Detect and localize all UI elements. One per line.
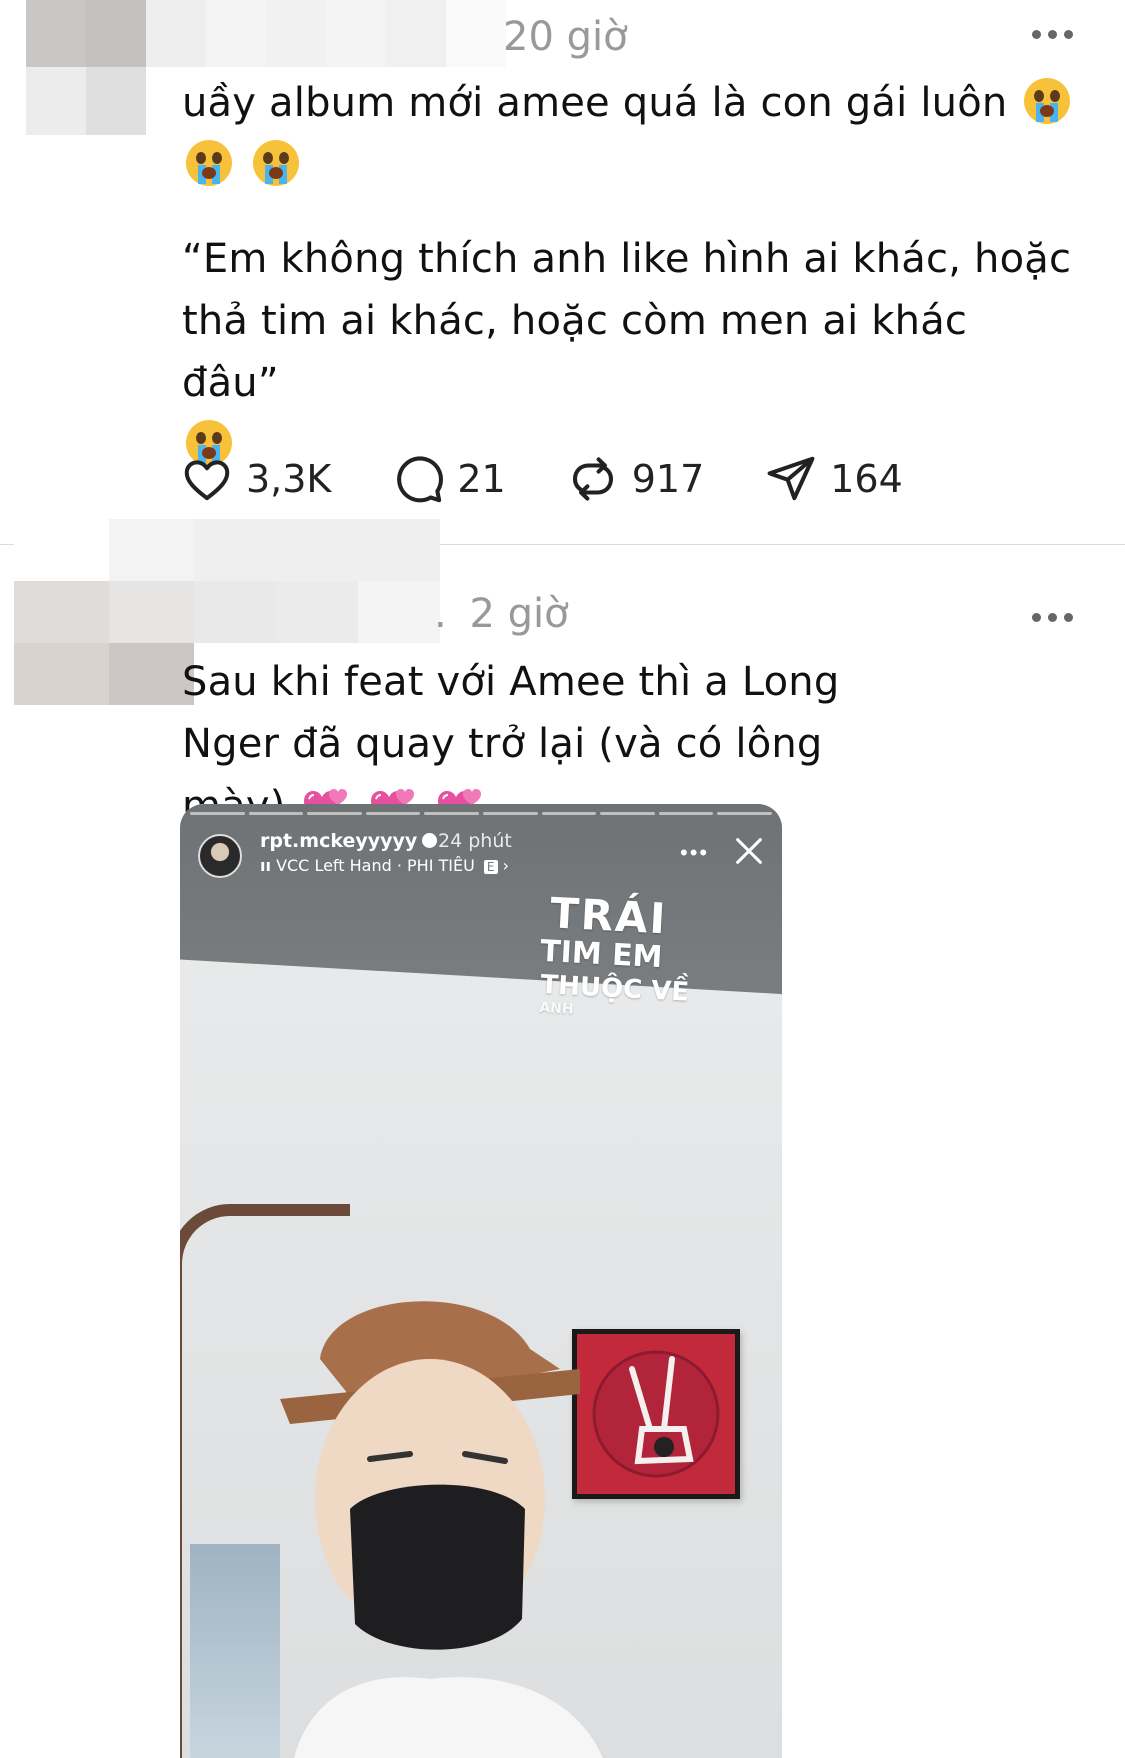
thread-post: . 2 giờ Sau khi feat với Amee thì a Long… xyxy=(0,519,1125,1758)
story-more-icon: ••• xyxy=(680,840,710,865)
share-button[interactable]: 164 xyxy=(764,452,903,506)
share-count: 164 xyxy=(830,457,903,501)
like-count: 3,3K xyxy=(246,457,332,501)
post-actions: 3,3K 21 917 164 xyxy=(180,452,963,506)
post-text: uầy album mới amee quá là con gái luôn xyxy=(182,80,1008,126)
chevron-right-icon: › xyxy=(502,856,509,875)
story-username: rpt.mckeyyyyy xyxy=(260,830,438,852)
story-person-photo xyxy=(280,1301,603,1758)
story-music-info: ıı VCC Left Hand · PHI TIÊU E › xyxy=(260,856,509,875)
sticker-line: TRÁI xyxy=(548,888,669,944)
explicit-badge: E xyxy=(483,860,498,874)
post-text-paragraph: “Em không thích anh like hình ai khác, h… xyxy=(182,228,1075,476)
post-timestamp: . 2 giờ xyxy=(434,591,569,637)
story-avatar xyxy=(198,834,242,878)
thread-post: 20 giờ uầy album mới amee quá là con gái… xyxy=(0,0,1125,544)
crying-face-emoji xyxy=(252,140,299,186)
more-options-button[interactable] xyxy=(1032,30,1073,39)
dot xyxy=(1064,30,1073,39)
dot xyxy=(1048,30,1057,39)
crying-face-emoji xyxy=(186,140,232,186)
verified-badge-icon xyxy=(422,833,438,848)
music-bars-icon: ıı xyxy=(260,856,271,875)
story-progress-bar xyxy=(190,812,772,815)
post-quote: “Em không thích anh like hình ai khác, h… xyxy=(182,236,1072,406)
dot xyxy=(1032,613,1041,622)
reply-count: 21 xyxy=(457,457,506,501)
repost-button[interactable]: 917 xyxy=(566,452,705,506)
reply-button[interactable]: 21 xyxy=(391,452,506,506)
dot xyxy=(1032,30,1041,39)
send-icon xyxy=(767,456,815,501)
repost-icon xyxy=(572,457,613,501)
story-screenshot-image[interactable]: rpt.mckeyyyyy 24 phút ıı VCC Left Hand ·… xyxy=(180,804,782,1758)
story-time: 24 phút xyxy=(438,830,512,852)
story-song: VCC Left Hand · PHI TIÊU xyxy=(276,856,475,875)
timestamp-prefix: . xyxy=(434,591,447,637)
comment-icon xyxy=(397,456,444,503)
repost-count: 917 xyxy=(631,457,705,501)
dot xyxy=(1064,613,1073,622)
timestamp-value: 2 giờ xyxy=(469,591,569,637)
crying-face-emoji xyxy=(1024,78,1071,124)
post-body: uầy album mới amee quá là con gái luôn “… xyxy=(182,72,1075,476)
story-text-sticker: TRÁI TIM EM THUỘC VỀ ANH xyxy=(539,888,694,1023)
more-options-button[interactable] xyxy=(1032,613,1073,622)
post-timestamp: 20 giờ xyxy=(503,14,628,60)
dot xyxy=(1048,613,1057,622)
close-icon xyxy=(736,838,762,864)
story-username-text: rpt.mckeyyyyy xyxy=(260,830,418,852)
like-button[interactable]: 3,3K xyxy=(180,452,331,506)
heart-icon xyxy=(184,460,230,501)
post-text-paragraph: uầy album mới amee quá là con gái luôn xyxy=(182,72,1075,196)
